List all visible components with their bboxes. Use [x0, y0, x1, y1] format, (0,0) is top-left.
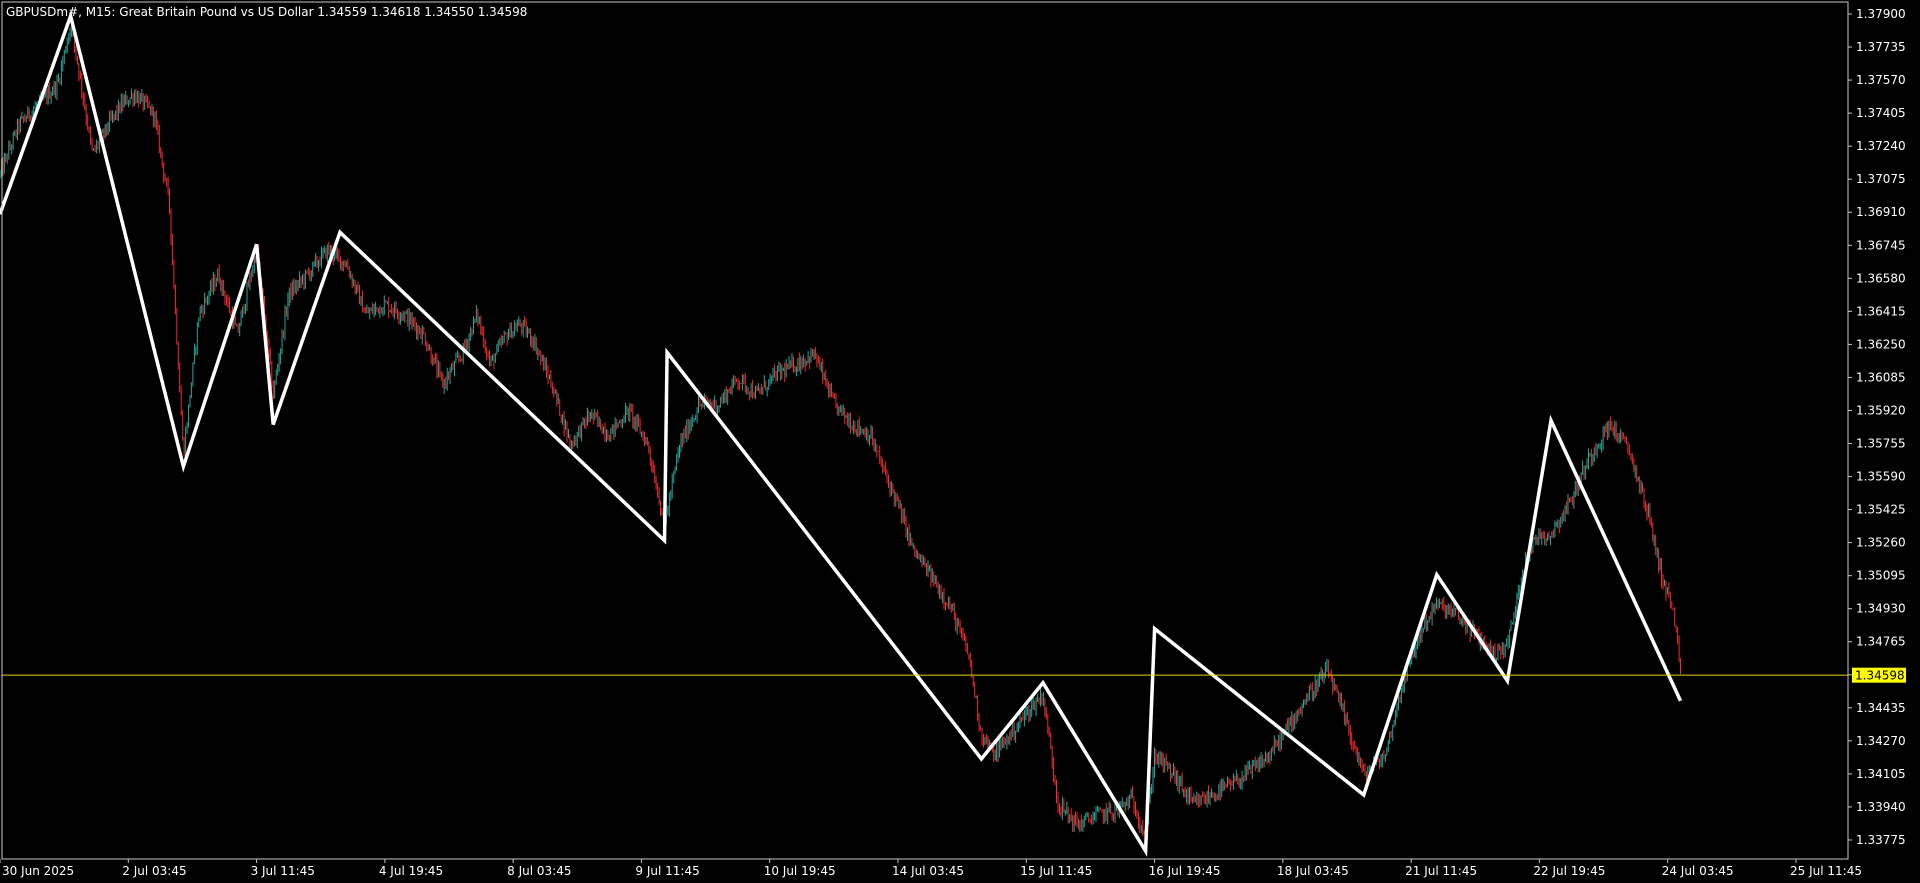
- low-price: 1.34550: [424, 5, 474, 19]
- price-tick-label: 1.37405: [1856, 106, 1906, 120]
- time-tick-label: 3 Jul 11:45: [251, 864, 315, 878]
- price-tick-label: 1.34435: [1856, 701, 1906, 715]
- price-tick-label: 1.35425: [1856, 503, 1906, 517]
- time-tick-label: 16 Jul 19:45: [1149, 864, 1221, 878]
- price-tick-label: 1.36085: [1856, 370, 1906, 384]
- price-tick-label: 1.35755: [1856, 437, 1906, 451]
- time-tick-label: 14 Jul 03:45: [892, 864, 964, 878]
- price-tick-label: 1.34270: [1856, 734, 1906, 748]
- bid-price-label-text: 1.34598: [1855, 669, 1905, 683]
- price-tick-label: 1.37735: [1856, 40, 1906, 54]
- time-tick-label: 24 Jul 03:45: [1662, 864, 1734, 878]
- price-tick-label: 1.37075: [1856, 172, 1906, 186]
- time-tick-label: 9 Jul 11:45: [635, 864, 699, 878]
- price-tick-label: 1.36250: [1856, 337, 1906, 351]
- time-tick-label: 4 Jul 19:45: [379, 864, 443, 878]
- price-tick-label: 1.36415: [1856, 304, 1906, 318]
- price-tick-label: 1.37570: [1856, 73, 1906, 87]
- price-tick-label: 1.36745: [1856, 238, 1906, 252]
- time-tick-label: 2 Jul 03:45: [122, 864, 186, 878]
- price-tick-label: 1.34765: [1856, 635, 1906, 649]
- time-tick-label: 21 Jul 11:45: [1405, 864, 1477, 878]
- price-tick-label: 1.37900: [1856, 7, 1906, 21]
- price-tick-label: 1.33775: [1856, 833, 1906, 847]
- chart-background: [0, 0, 1920, 883]
- price-tick-label: 1.35920: [1856, 403, 1906, 417]
- instrument-description: Great Britain Pound vs US Dollar: [119, 5, 313, 19]
- symbol-name: GBPUSDm#: [6, 5, 78, 19]
- time-tick-label: 22 Jul 19:45: [1533, 864, 1605, 878]
- close-price: 1.34598: [478, 5, 528, 19]
- time-tick-label: 15 Jul 11:45: [1020, 864, 1092, 878]
- bid-price-label: 1.34598: [1852, 667, 1906, 683]
- price-tick-label: 1.35590: [1856, 470, 1906, 484]
- timeframe: M15:: [86, 5, 116, 19]
- price-tick-label: 1.37240: [1856, 139, 1906, 153]
- price-tick-label: 1.36910: [1856, 205, 1906, 219]
- time-tick-label: 8 Jul 03:45: [507, 864, 571, 878]
- price-tick-label: 1.35260: [1856, 536, 1906, 550]
- high-price: 1.34618: [371, 5, 421, 19]
- price-tick-label: 1.34105: [1856, 767, 1906, 781]
- price-tick-label: 1.34930: [1856, 602, 1906, 616]
- time-tick-label: 30 Jun 2025: [2, 864, 74, 878]
- price-tick-label: 1.33940: [1856, 800, 1906, 814]
- time-tick-label: 10 Jul 19:45: [764, 864, 836, 878]
- price-tick-label: 1.35095: [1856, 569, 1906, 583]
- price-tick-label: 1.36580: [1856, 271, 1906, 285]
- time-tick-label: 25 Jul 11:45: [1790, 864, 1862, 878]
- price-chart[interactable]: 1.37900 1.37735 1.37570 1.37405 1.37240 1.370…: [0, 0, 1920, 883]
- chart-header: GBPUSDm#, M15: Great Britain Pound vs US…: [6, 5, 527, 19]
- open-price: 1.34559: [317, 5, 367, 19]
- time-tick-label: 18 Jul 03:45: [1277, 864, 1349, 878]
